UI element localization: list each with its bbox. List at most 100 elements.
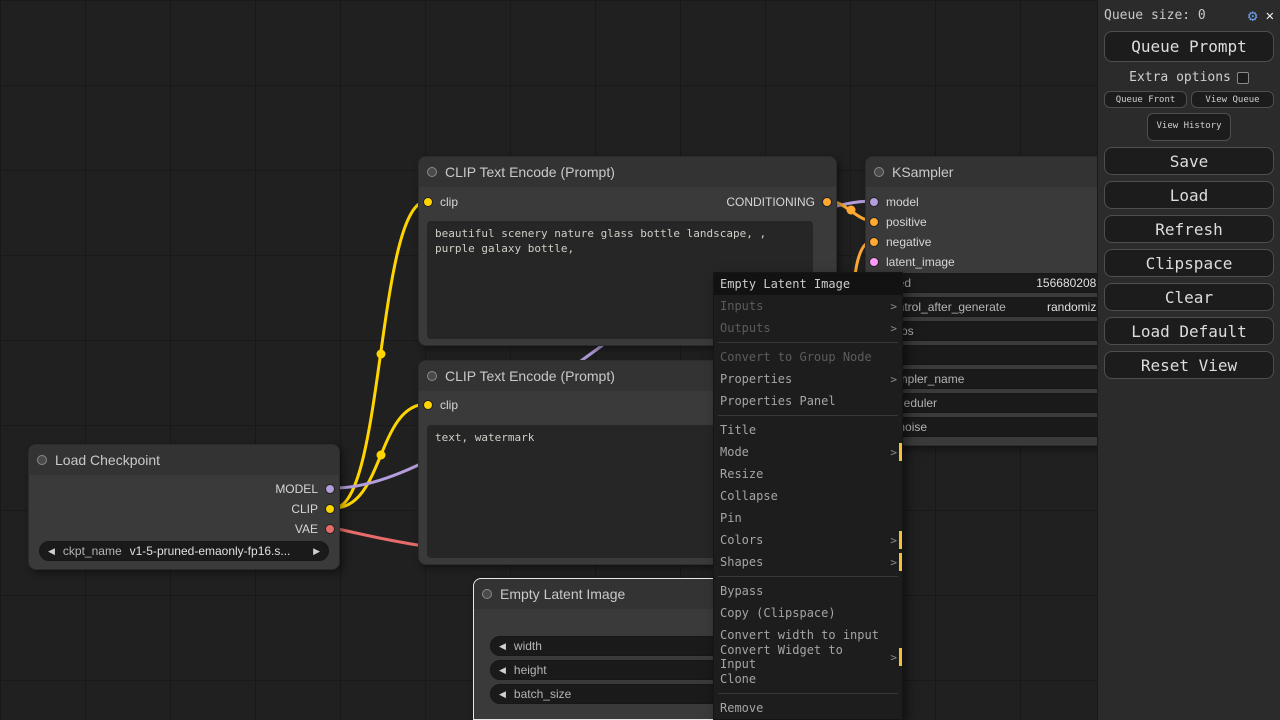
sampler-name-widget[interactable]: sampler_name: [876, 369, 1112, 389]
queue-front-button[interactable]: Queue Front: [1104, 91, 1187, 108]
node-titlebar[interactable]: CLIP Text Encode (Prompt): [419, 157, 836, 187]
menu-item-shapes[interactable]: Shapes >: [714, 551, 902, 573]
denoise-widget[interactable]: denoise: [876, 417, 1112, 437]
submenu-arrow-icon: >: [890, 534, 897, 547]
widget-label: width: [514, 639, 542, 653]
slot-dot-clip[interactable]: [423, 400, 433, 410]
slot-dot-clip[interactable]: [423, 197, 433, 207]
output-slot-clip[interactable]: CLIP: [291, 502, 335, 516]
refresh-button[interactable]: Refresh: [1104, 215, 1274, 243]
submenu-arrow-icon: >: [890, 322, 897, 335]
menu-item-outputs[interactable]: Outputs >: [714, 317, 902, 339]
input-slot-clip[interactable]: clip: [423, 398, 458, 412]
control-after-generate-widget[interactable]: control_after_generate randomize: [876, 297, 1112, 317]
view-history-button[interactable]: View History: [1147, 113, 1231, 141]
submenu-arrow-icon: >: [890, 300, 897, 313]
menu-item-convert-widget-to-input[interactable]: Convert Widget to Input >: [714, 646, 902, 668]
slot-dot-conditioning[interactable]: [869, 217, 879, 227]
clipspace-button[interactable]: Clipspace: [1104, 249, 1274, 277]
menu-item-clone[interactable]: Clone: [714, 668, 902, 690]
slot-label: VAE: [295, 522, 318, 536]
close-icon[interactable]: ✕: [1266, 8, 1274, 24]
menu-item-colors[interactable]: Colors >: [714, 529, 902, 551]
ckpt-name-combo[interactable]: ◀ ckpt_name v1-5-pruned-emaonly-fp16.s..…: [39, 541, 329, 561]
input-slot-positive[interactable]: positive: [869, 215, 927, 229]
collapse-dot-icon[interactable]: [427, 167, 437, 177]
next-value-icon[interactable]: ▶: [313, 546, 320, 557]
widget-value: v1-5-pruned-emaonly-fp16.s...: [130, 544, 313, 558]
view-queue-button[interactable]: View Queue: [1191, 91, 1274, 108]
clear-button[interactable]: Clear: [1104, 283, 1274, 311]
menu-item-collapse[interactable]: Collapse: [714, 485, 902, 507]
decrement-icon[interactable]: ◀: [499, 641, 506, 652]
input-slot-latent-image[interactable]: latent_image: [869, 255, 955, 269]
menu-item-remove[interactable]: Remove: [714, 697, 902, 719]
menu-item-bypass[interactable]: Bypass: [714, 580, 902, 602]
submenu-arrow-icon: >: [890, 373, 897, 386]
prev-value-icon[interactable]: ◀: [48, 546, 55, 557]
menu-item-copy-clipspace[interactable]: Copy (Clipspace): [714, 602, 902, 624]
input-slot-model[interactable]: model: [869, 195, 919, 209]
slot-dot-vae[interactable]: [325, 524, 335, 534]
submenu-arrow-icon: >: [890, 446, 897, 459]
input-slot-negative[interactable]: negative: [869, 235, 931, 249]
settings-gear-icon[interactable]: ⚙: [1248, 6, 1258, 25]
output-slot-model[interactable]: MODEL: [275, 482, 335, 496]
node-title: Empty Latent Image: [500, 586, 625, 602]
node-load-checkpoint[interactable]: Load Checkpoint MODEL CLIP VAE ◀ ckpt_na…: [28, 444, 340, 570]
seed-widget[interactable]: seed 1566802081: [876, 273, 1112, 293]
node-context-menu: Empty Latent Image Inputs > Outputs > Co…: [713, 272, 903, 720]
extra-options-label: Extra options: [1129, 70, 1231, 85]
slot-label: clip: [440, 398, 458, 412]
widget-value: randomize: [1014, 300, 1103, 314]
slot-label: positive: [886, 215, 927, 229]
steps-widget[interactable]: steps: [876, 321, 1112, 341]
cfg-widget[interactable]: cfg: [876, 345, 1112, 365]
reset-view-button[interactable]: Reset View: [1104, 351, 1274, 379]
link-dot: [377, 350, 386, 359]
menu-separator: [718, 576, 898, 577]
graph-canvas[interactable]: Load Checkpoint MODEL CLIP VAE ◀ ckpt_na…: [0, 0, 1280, 720]
queue-prompt-button[interactable]: Queue Prompt: [1104, 31, 1274, 62]
slot-dot-model[interactable]: [869, 197, 879, 207]
node-titlebar[interactable]: Load Checkpoint: [29, 445, 339, 475]
menu-item-resize[interactable]: Resize: [714, 463, 902, 485]
menu-item-pin[interactable]: Pin: [714, 507, 902, 529]
decrement-icon[interactable]: ◀: [499, 689, 506, 700]
link-dot: [377, 451, 386, 460]
collapse-dot-icon[interactable]: [37, 455, 47, 465]
node-titlebar[interactable]: KSampler: [866, 157, 1120, 187]
load-button[interactable]: Load: [1104, 181, 1274, 209]
slot-dot-clip[interactable]: [325, 504, 335, 514]
input-slot-clip[interactable]: clip: [423, 195, 458, 209]
decrement-icon[interactable]: ◀: [499, 665, 506, 676]
widget-value: 1566802081: [919, 276, 1103, 290]
menu-item-mode[interactable]: Mode >: [714, 441, 902, 463]
comfy-menu-panel: Queue size: 0 ⚙ ✕ Queue Prompt Extra opt…: [1097, 0, 1280, 720]
menu-item-properties[interactable]: Properties >: [714, 368, 902, 390]
load-default-button[interactable]: Load Default: [1104, 317, 1274, 345]
widget-label: ckpt_name: [63, 544, 122, 558]
scheduler-widget[interactable]: scheduler: [876, 393, 1112, 413]
slot-label: clip: [440, 195, 458, 209]
link-dot: [847, 206, 856, 215]
slot-dot-conditioning[interactable]: [869, 237, 879, 247]
menu-item-convert-to-group-node[interactable]: Convert to Group Node: [714, 346, 902, 368]
output-slot-conditioning[interactable]: CONDITIONING: [726, 195, 832, 209]
collapse-dot-icon[interactable]: [874, 167, 884, 177]
menu-item-properties-panel[interactable]: Properties Panel: [714, 390, 902, 412]
collapse-dot-icon[interactable]: [427, 371, 437, 381]
menu-separator: [718, 415, 898, 416]
widget-label: batch_size: [514, 687, 571, 701]
slot-dot-model[interactable]: [325, 484, 335, 494]
output-slot-vae[interactable]: VAE: [295, 522, 335, 536]
slot-dot-latent[interactable]: [869, 257, 879, 267]
menu-item-title[interactable]: Title: [714, 419, 902, 441]
collapse-dot-icon[interactable]: [482, 589, 492, 599]
save-button[interactable]: Save: [1104, 147, 1274, 175]
node-title: CLIP Text Encode (Prompt): [445, 368, 615, 384]
extra-options-checkbox[interactable]: [1237, 72, 1249, 84]
slot-dot-conditioning[interactable]: [822, 197, 832, 207]
menu-item-inputs[interactable]: Inputs >: [714, 295, 902, 317]
node-ksampler[interactable]: KSampler model positive negative latent_…: [865, 156, 1121, 446]
